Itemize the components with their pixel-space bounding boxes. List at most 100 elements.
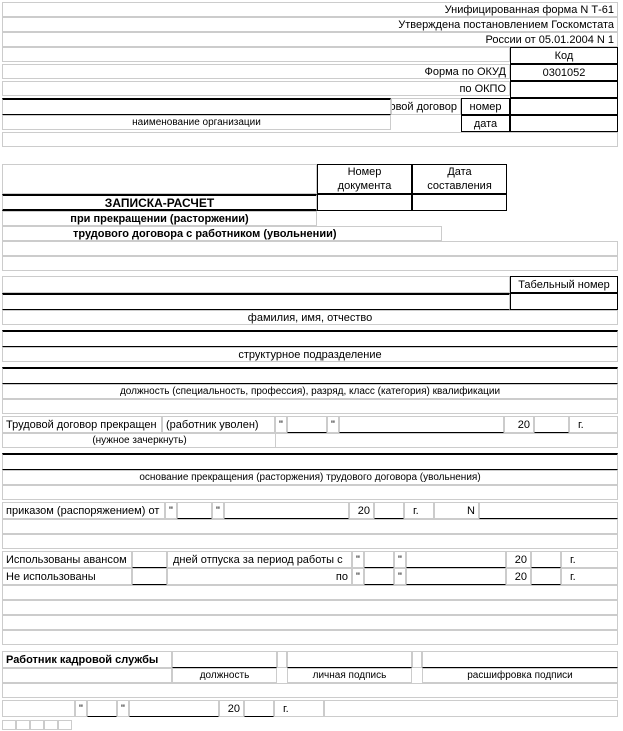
to-day[interactable] [364,568,394,585]
tab-num-label: Табельный номер [510,276,618,293]
basis-label: основание прекращения (расторжения) труд… [2,470,618,485]
nq1: " [352,568,364,585]
hr-officer-label: Работник кадровой службы [2,651,172,668]
spacer [2,519,618,534]
term-yr: г. [569,416,618,433]
code-label: Код [510,47,618,64]
terminated-label: Трудовой договор прекращен [2,416,162,433]
uq1: " [352,551,364,568]
oq2: " [212,502,224,519]
to-y20: 20 [506,568,531,585]
position-field[interactable] [2,367,618,384]
to-month[interactable] [406,568,506,585]
not-used-label: Не использованы [2,568,132,585]
doc-num-l2: документа [317,179,412,194]
form-line-1: Унифицированная форма N Т-61 [2,2,618,17]
used-advance-label: Использованы авансом [2,551,132,568]
dept-label: структурное подразделение [2,347,618,362]
bottom-year[interactable] [244,700,274,717]
term-y20: 20 [504,416,534,433]
dept-field[interactable] [2,330,618,347]
contract-label: Трудовой договор [391,98,461,115]
doc-date-value[interactable] [412,194,507,211]
contract-date-value[interactable] [510,115,618,132]
fired-label: (работник уволен) [162,416,275,433]
nq2: " [394,568,406,585]
term-day[interactable] [287,416,327,433]
spacer [2,241,618,256]
bottom-month[interactable] [129,700,219,717]
org-name-field[interactable] [2,98,391,115]
spacer [2,600,618,615]
hr-sign-field[interactable] [287,651,412,668]
order-month[interactable] [224,502,349,519]
doc-date-l2: составления [412,179,507,194]
q2: " [327,416,339,433]
form-line-2: Утверждена постановлением Госкомстата [2,17,618,32]
doc-num-l1: Номер [317,164,412,179]
used-days[interactable] [132,551,167,568]
to-label: по [167,568,352,585]
term-month[interactable] [339,416,504,433]
strike-note: (нужное зачеркнуть) [2,433,277,448]
from-year[interactable] [531,551,561,568]
spacer [275,433,618,448]
spacer [277,651,287,668]
spacer [2,276,510,293]
ruler [58,720,72,730]
bottom-yr: г. [274,700,324,717]
bottom-y20: 20 [219,700,244,717]
spacer [2,585,618,600]
spacer [324,700,618,717]
order-day[interactable] [177,502,212,519]
basis-field[interactable] [2,453,618,470]
uq2: " [394,551,406,568]
title-line3: трудового договора с работником (увольне… [2,226,442,241]
hr-post-field[interactable] [172,651,277,668]
order-label: приказом (распоряжением) от [2,502,165,519]
contract-date-label: дата [461,115,510,132]
okud-value: 0301052 [510,64,618,81]
doc-date-l1: Дата [412,164,507,179]
spacer [2,164,317,194]
spacer [2,132,618,147]
days-from-label: дней отпуска за период работы с [167,551,352,568]
fio-field[interactable] [2,293,510,310]
okpo-value[interactable] [510,81,618,98]
spacer [412,651,422,668]
order-n-value[interactable] [479,502,618,519]
term-year[interactable] [534,416,569,433]
spacer [2,630,618,645]
from-y20: 20 [506,551,531,568]
bottom-day[interactable] [87,700,117,717]
to-year[interactable] [531,568,561,585]
okud-label: Форма по ОКУД [2,64,510,79]
order-y20: 20 [349,502,374,519]
contract-number-value[interactable] [510,98,618,115]
order-yr: г. [404,502,434,519]
order-n-label: N [434,502,479,519]
contract-number-label: номер [461,98,510,115]
from-month[interactable] [406,551,506,568]
spacer [2,399,618,414]
ruler [2,720,16,730]
hr-decode-field[interactable] [422,651,618,668]
bq2: " [117,700,129,717]
hr-post-label: должность [172,668,277,683]
title-line1: ЗАПИСКА-РАСЧЕТ [2,194,317,211]
spacer [2,700,75,717]
tab-num-value[interactable] [510,293,618,310]
spacer [2,683,618,698]
hr-decode-label: расшифровка подписи [422,668,618,683]
to-yr: г. [561,568,618,585]
from-day[interactable] [364,551,394,568]
order-year[interactable] [374,502,404,519]
from-yr: г. [561,551,618,568]
doc-num-value[interactable] [317,194,412,211]
title-line2: при прекращении (расторжении) [2,211,317,226]
fio-label: фамилия, имя, отчество [2,310,618,325]
ruler [44,720,58,730]
hr-sign-label: личная подпись [287,668,412,683]
not-used-days[interactable] [132,568,167,585]
org-label: наименование организации [2,115,391,130]
